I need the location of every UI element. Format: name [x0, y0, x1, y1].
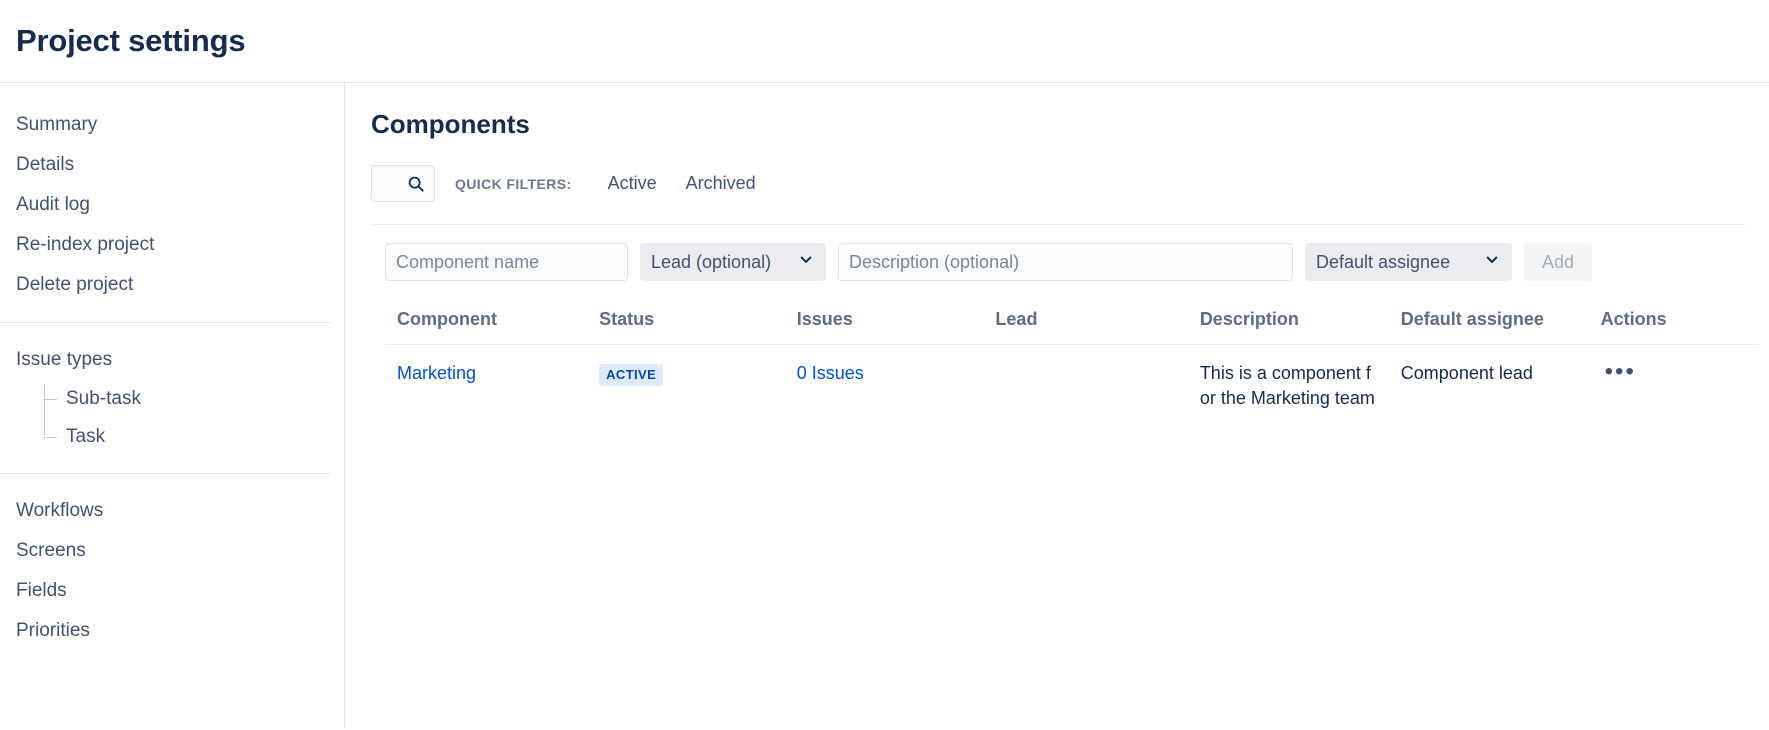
component-name-input[interactable] [385, 243, 628, 281]
column-header-description: Description [1187, 301, 1389, 345]
column-header-status: Status [587, 301, 785, 345]
cell-default-assignee: Component lead [1400, 363, 1533, 383]
sidebar-subnav-issue-types: Sub-task Task [44, 380, 344, 456]
sidebar-item-screens[interactable]: Screens [0, 531, 344, 571]
assignee-select-wrapper: Default assignee [1305, 243, 1512, 281]
settings-sidebar: Summary Details Audit log Re-index proje… [0, 83, 345, 729]
sidebar-item-re-index-project[interactable]: Re-index project [0, 225, 344, 265]
table-header: Component Status Issues Lead Description… [385, 301, 1759, 345]
default-assignee-select[interactable]: Default assignee [1305, 243, 1512, 281]
search-input[interactable] [371, 165, 435, 202]
cell-issues: 0 Issues [785, 345, 984, 432]
search-icon [407, 175, 425, 193]
cell-actions: ••• [1589, 345, 1759, 432]
table-header-row: Component Status Issues Lead Description… [385, 301, 1759, 345]
quick-filter-active[interactable]: Active [608, 173, 657, 194]
cell-status: ACTIVE [587, 345, 785, 432]
sidebar-item-workflows[interactable]: Workflows [0, 491, 344, 531]
lead-select-wrapper: Lead (optional) [640, 243, 826, 281]
table-row: Marketing ACTIVE 0 Issues This is a comp… [385, 345, 1759, 432]
status-badge: ACTIVE [599, 364, 664, 386]
column-header-component: Component [385, 301, 588, 345]
project-settings-page: Project settings Summary Details Audit l… [0, 0, 1769, 730]
column-header-default-assignee: Default assignee [1388, 301, 1589, 345]
add-component-form: Lead (optional) Default assignee [371, 225, 1745, 301]
components-main: Components QUICK FILTERS: Active Archive… [345, 83, 1769, 729]
sidebar-item-summary[interactable]: Summary [0, 105, 344, 145]
add-button[interactable]: Add [1524, 243, 1593, 281]
sidebar-group-project: Summary Details Audit log Re-index proje… [0, 105, 344, 305]
description-input[interactable] [838, 243, 1293, 281]
component-link[interactable]: Marketing [397, 363, 476, 383]
quick-filters-label: QUICK FILTERS: [455, 175, 572, 192]
cell-component: Marketing [385, 345, 587, 432]
sidebar-item-issue-types[interactable]: Issue types [0, 340, 344, 380]
cell-lead [983, 345, 1187, 432]
lead-select[interactable]: Lead (optional) [640, 243, 826, 281]
page-header: Project settings [0, 0, 1769, 83]
sidebar-item-audit-log[interactable]: Audit log [0, 185, 344, 225]
components-title: Components [371, 109, 530, 139]
page-title: Project settings [16, 23, 246, 58]
sidebar-group-issue-types: Issue types Sub-task Task [0, 340, 344, 456]
issues-link[interactable]: 0 Issues [797, 363, 864, 383]
more-actions-icon[interactable]: ••• [1601, 360, 1640, 384]
sidebar-divider-1 [0, 322, 330, 323]
sidebar-item-delete-project[interactable]: Delete project [0, 265, 344, 305]
column-header-lead: Lead [983, 301, 1188, 345]
components-table: Component Status Issues Lead Description… [385, 301, 1759, 431]
column-header-issues: Issues [784, 301, 984, 345]
filter-bar: QUICK FILTERS: Active Archived [371, 165, 1745, 225]
cell-description: This is a component for the Marketing te… [1199, 363, 1375, 408]
sidebar-divider-2 [0, 473, 330, 474]
quick-filter-archived[interactable]: Archived [686, 173, 756, 194]
sidebar-group-configuration: Workflows Screens Fields Priorities [0, 491, 344, 651]
sidebar-item-priorities[interactable]: Priorities [0, 611, 344, 651]
sidebar-item-sub-task[interactable]: Sub-task [44, 380, 344, 418]
sidebar-item-details[interactable]: Details [0, 145, 344, 185]
body-container: Summary Details Audit log Re-index proje… [0, 83, 1769, 729]
sidebar-item-task[interactable]: Task [44, 418, 344, 456]
sidebar-item-fields[interactable]: Fields [0, 571, 344, 611]
column-header-actions: Actions [1588, 301, 1759, 345]
table-body: Marketing ACTIVE 0 Issues This is a comp… [385, 345, 1759, 432]
